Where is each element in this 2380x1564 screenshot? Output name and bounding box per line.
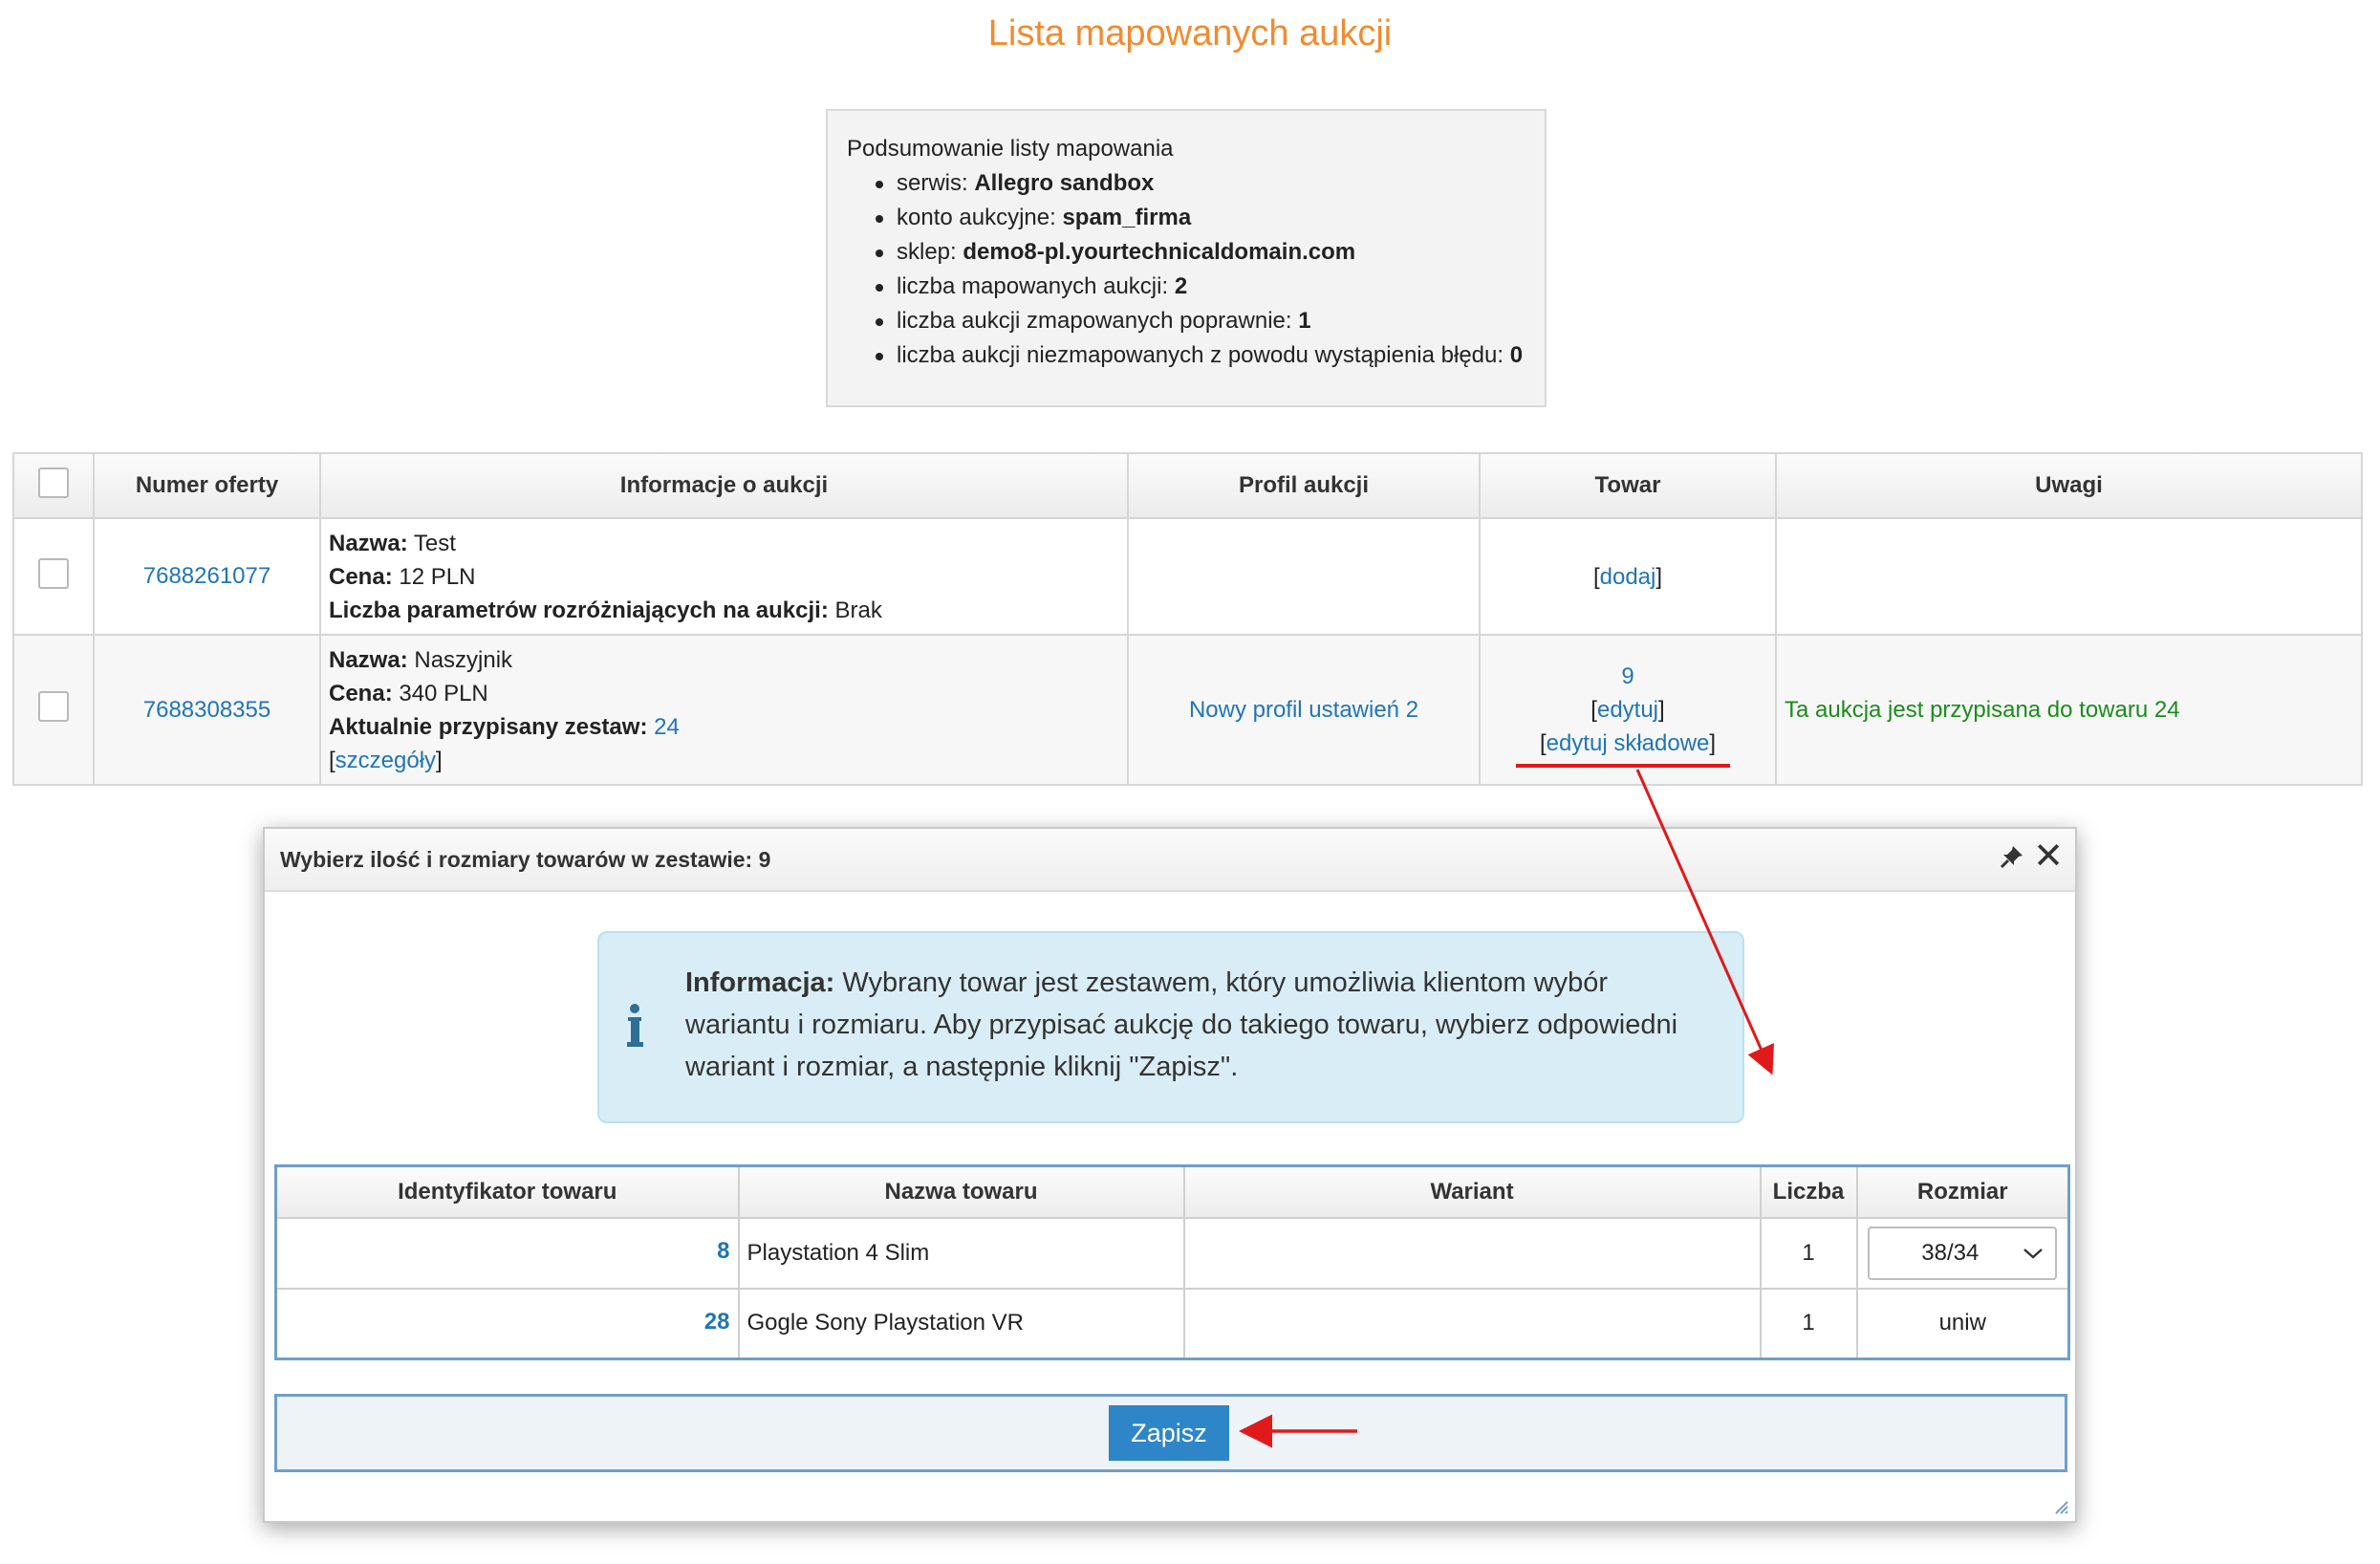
size-cell: uniw [1855, 1287, 2070, 1360]
details-link[interactable]: szczegóły [335, 748, 436, 773]
product-name-cell: Playstation 4 Slim [737, 1216, 1185, 1290]
product-cell: [dodaj] [1479, 517, 1777, 636]
table-row: 8 Playstation 4 Slim 1 38/34 [274, 1216, 2070, 1290]
subtable-header-row: Identyfikator towaru Nazwa towaru Warian… [274, 1164, 2070, 1219]
header-auction-profile[interactable]: Profil aukcji [1127, 452, 1481, 519]
auctions-table: Numer oferty Informacje o aukcji Profil … [12, 452, 2363, 786]
table-row: 7688308355 Nazwa: Naszyjnik Cena: 340 PL… [12, 634, 2363, 786]
dialog-title: Wybierz ilość i rozmiary towarów w zesta… [280, 846, 771, 872]
edit-components-link[interactable]: edytuj składowe [1547, 730, 1710, 756]
offer-number-cell: 7688308355 [93, 634, 321, 786]
row-checkbox[interactable] [38, 691, 69, 722]
select-all-cell [12, 452, 95, 519]
header-quantity: Liczba [1759, 1164, 1858, 1219]
chevron-down-icon [2023, 1248, 2044, 1259]
header-product-name: Nazwa towaru [737, 1164, 1185, 1219]
dialog-header[interactable]: Wybierz ilość i rozmiary towarów w zesta… [265, 829, 2075, 892]
variant-cell [1182, 1287, 1762, 1360]
summary-item-success-count: liczba aukcji zmapowanych poprawnie: 1 [876, 304, 1525, 338]
table-row: 28 Gogle Sony Playstation VR 1 uniw [274, 1287, 2070, 1360]
summary-item-service: serwis: Allegro sandbox [876, 166, 1525, 201]
auction-info-cell: Nazwa: Test Cena: 12 PLN Liczba parametr… [319, 517, 1129, 636]
summary-item-mapped-count: liczba mapowanych aukcji: 2 [876, 270, 1525, 304]
product-name-cell: Gogle Sony Playstation VR [737, 1287, 1185, 1360]
product-id-link[interactable]: 9 [1621, 663, 1634, 689]
auction-profile-link[interactable]: Nowy profil ustawień 2 [1189, 697, 1418, 723]
save-button[interactable]: Zapisz [1109, 1405, 1229, 1461]
header-product-id: Identyfikator towaru [274, 1164, 740, 1219]
mapping-summary: Podsumowanie listy mapowania serwis: All… [826, 109, 1547, 407]
table-row: 7688261077 Nazwa: Test Cena: 12 PLN Licz… [12, 517, 2363, 636]
auction-name: Nazwa: Test [329, 530, 456, 556]
edit-product-link[interactable]: edytuj [1597, 697, 1658, 723]
page-title: Lista mapowanych aukcji [987, 13, 1393, 54]
size-select-value: 38/34 [1921, 1239, 1980, 1266]
pin-icon[interactable] [1999, 843, 2025, 870]
assigned-set: Aktualnie przypisany zestaw: 24 [329, 713, 680, 740]
row-checkbox[interactable] [38, 557, 69, 589]
set-components-dialog: Wybierz ilość i rozmiary towarów w zesta… [263, 827, 2077, 1523]
resize-handle-icon[interactable] [2052, 1498, 2069, 1515]
product-id-cell: 8 [274, 1216, 740, 1290]
details-link-wrap: [szczegóły] [329, 747, 443, 773]
header-variant: Wariant [1182, 1164, 1762, 1219]
auction-price: Cena: 340 PLN [329, 680, 488, 706]
close-icon[interactable]: ✕ [2033, 838, 2064, 875]
quantity-cell: 1 [1759, 1287, 1858, 1360]
alert-text: Wybrany towar jest zestawem, który umożl… [685, 967, 1678, 1082]
select-all-checkbox[interactable] [38, 467, 69, 498]
summary-item-shop: sklep: demo8-pl.yourtechnicaldomain.com [876, 235, 1525, 270]
summary-item-account: konto aukcyjne: spam_firma [876, 201, 1525, 235]
notes-cell [1775, 517, 2363, 636]
size-cell: 38/34 [1855, 1216, 2070, 1290]
table-header-row: Numer oferty Informacje o aukcji Profil … [12, 452, 2363, 519]
header-offer-number[interactable]: Numer oferty [93, 452, 321, 519]
auction-params: Liczba parametrów rozróżniających na auk… [329, 597, 882, 623]
quantity-cell: 1 [1759, 1216, 1858, 1290]
product-cell: 9 [edytuj] [edytuj składowe] [1479, 634, 1777, 786]
product-id-link[interactable]: 8 [717, 1238, 729, 1264]
product-id-link[interactable]: 28 [704, 1309, 730, 1335]
auction-profile-cell [1127, 517, 1481, 636]
header-notes[interactable]: Uwagi [1775, 452, 2363, 519]
size-select[interactable]: 38/34 [1868, 1226, 2058, 1280]
auction-name: Nazwa: Naszyjnik [329, 646, 513, 673]
auction-info-cell: Nazwa: Naszyjnik Cena: 340 PLN Aktualnie… [319, 634, 1129, 786]
info-alert: Informacja: Wybrany towar jest zestawem,… [597, 931, 1744, 1123]
offer-number-link[interactable]: 7688308355 [143, 697, 270, 723]
summary-list: serwis: Allegro sandbox konto aukcyjne: … [876, 166, 1525, 373]
header-auction-info[interactable]: Informacje o aukcji [319, 452, 1129, 519]
offer-number-link[interactable]: 7688261077 [143, 563, 270, 589]
summary-item-error-count: liczba aukcji niezmapowanych z powodu wy… [876, 338, 1525, 373]
header-size: Rozmiar [1855, 1164, 2070, 1219]
set-items-table: Identyfikator towaru Nazwa towaru Warian… [274, 1164, 2070, 1360]
row-select-cell [12, 517, 95, 636]
info-icon [627, 1004, 643, 1047]
product-id-cell: 28 [274, 1287, 740, 1360]
header-product[interactable]: Towar [1479, 452, 1777, 519]
alert-label: Informacja: [685, 967, 835, 998]
add-product-link[interactable]: dodaj [1600, 564, 1656, 590]
notes-cell: Ta aukcja jest przypisana do towaru 24 [1775, 634, 2363, 786]
auction-price: Cena: 12 PLN [329, 563, 476, 590]
offer-number-cell: 7688261077 [93, 517, 321, 636]
dialog-footer: Zapisz [274, 1394, 2067, 1472]
annotation-underline [1516, 764, 1730, 768]
summary-heading: Podsumowanie listy mapowania [847, 136, 1174, 162]
auction-profile-cell: Nowy profil ustawień 2 [1127, 634, 1481, 786]
variant-cell [1182, 1216, 1762, 1290]
assigned-set-link[interactable]: 24 [654, 714, 680, 740]
row-select-cell [12, 634, 95, 786]
